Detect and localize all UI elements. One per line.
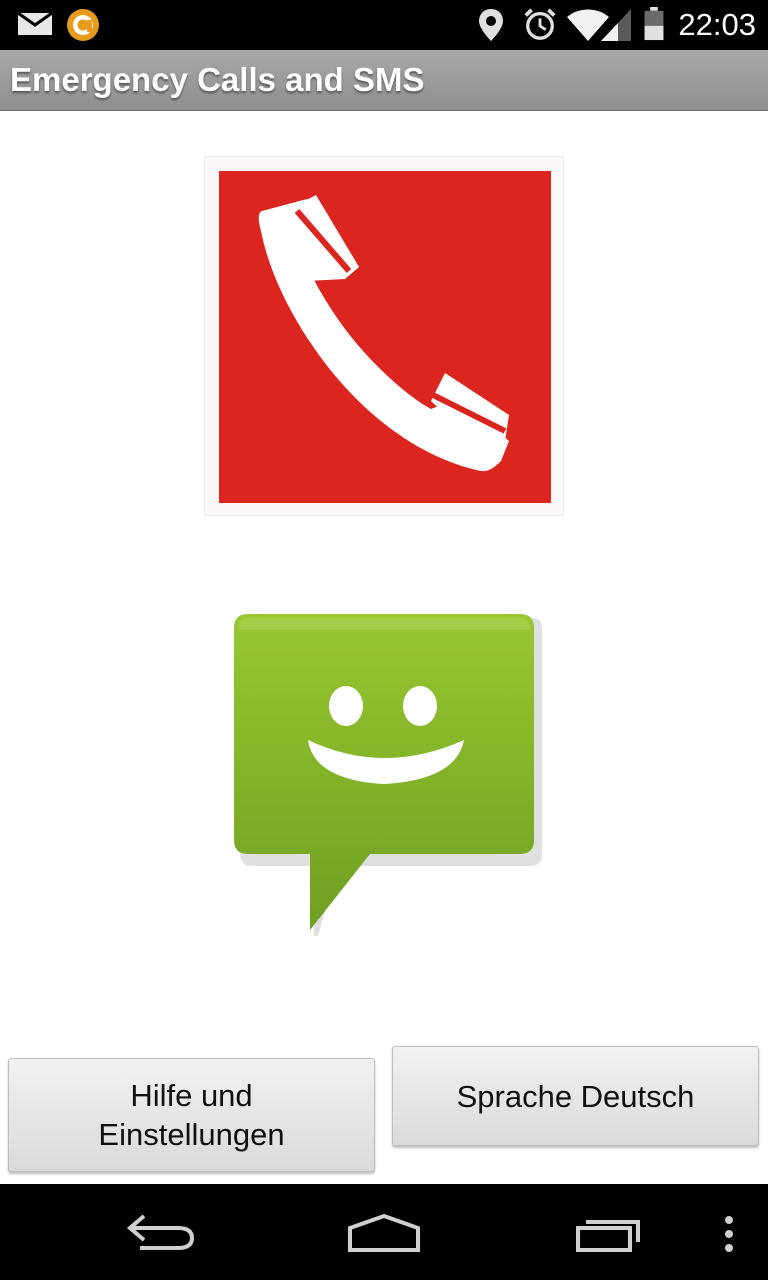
language-label: Sprache Deutsch [456,1078,695,1114]
overflow-menu-icon [725,1216,733,1252]
status-time: 22:03 [678,7,756,42]
back-icon [126,1214,195,1250]
navigation-bar [0,1184,768,1280]
home-button[interactable] [334,1184,434,1280]
recent-apps-icon [576,1220,640,1252]
alarm-icon [524,8,556,40]
emergency-call-button[interactable] [204,156,564,516]
language-button[interactable]: Sprache Deutsch [392,1046,759,1146]
emergency-call-background [219,171,551,503]
app-notification-icon [67,9,99,41]
emergency-sms-button[interactable] [220,600,550,950]
help-settings-button[interactable]: Hilfe und Einstellungen [8,1058,375,1172]
home-icon [348,1213,420,1252]
app-title-bar: Emergency Calls and SMS [0,50,768,111]
sms-smiley-bubble-icon [234,614,542,936]
recent-apps-button[interactable] [558,1184,658,1280]
app-title: Emergency Calls and SMS [10,61,425,98]
location-icon [479,9,503,41]
help-settings-label: Hilfe und Einstellungen [98,1078,285,1152]
battery-icon [644,7,664,41]
phone-handset-icon [258,195,509,472]
overflow-menu-button[interactable] [712,1184,746,1280]
back-button[interactable] [110,1184,210,1280]
mail-icon [18,13,52,35]
status-bar: 22:03 [0,0,768,50]
signal-icon [601,9,631,41]
